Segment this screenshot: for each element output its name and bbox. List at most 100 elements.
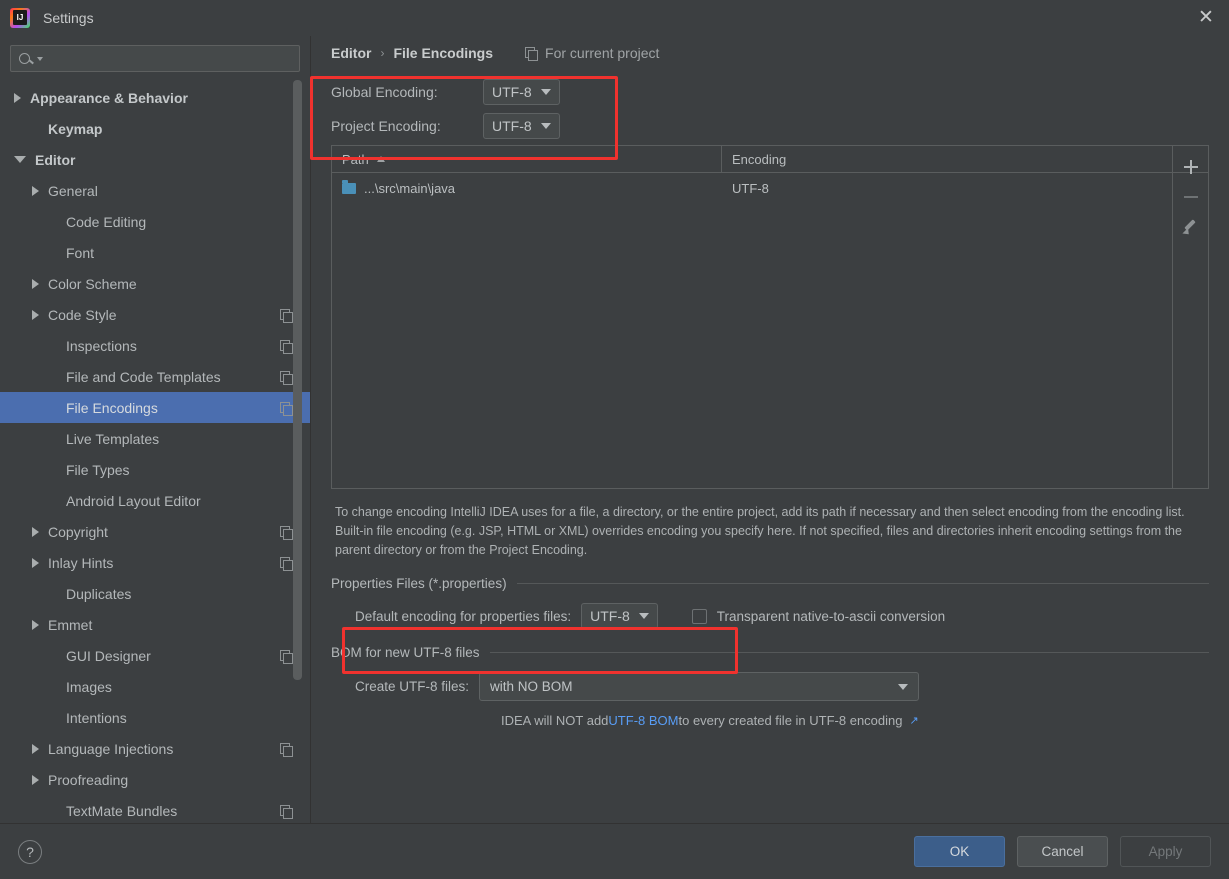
sidebar-item-label: Color Scheme bbox=[48, 275, 137, 292]
chevron-down-icon bbox=[540, 88, 551, 95]
dialog-footer: ? OK Cancel Apply bbox=[0, 823, 1229, 879]
add-path-button[interactable] bbox=[1176, 152, 1206, 182]
transparent-native-to-ascii-label: Transparent native-to-ascii conversion bbox=[716, 608, 946, 624]
chevron-down-icon bbox=[638, 613, 649, 619]
sidebar-item-textmate-bundles[interactable]: TextMate Bundles bbox=[0, 795, 310, 826]
bom-section-title: BOM for new UTF-8 files bbox=[331, 645, 480, 660]
breadcrumb-separator-icon: › bbox=[380, 46, 385, 60]
sidebar-item-android-layout-editor[interactable]: Android Layout Editor bbox=[0, 485, 310, 516]
breadcrumb-current: File Encodings bbox=[393, 45, 494, 61]
sidebar-item-font[interactable]: Font bbox=[0, 237, 310, 268]
sidebar-item-keymap[interactable]: Keymap bbox=[0, 113, 310, 144]
chevron-right-icon[interactable] bbox=[32, 309, 39, 320]
sidebar-item-editor[interactable]: Editor bbox=[0, 144, 310, 175]
sidebar-item-label: Proofreading bbox=[48, 771, 129, 788]
sidebar-item-appearance-behavior[interactable]: Appearance & Behavior bbox=[0, 82, 310, 113]
column-header-path[interactable]: Path bbox=[332, 146, 722, 172]
global-encoding-value: UTF-8 bbox=[492, 83, 532, 100]
sidebar-item-images[interactable]: Images bbox=[0, 671, 310, 702]
sidebar-item-label: TextMate Bundles bbox=[66, 802, 178, 819]
ok-button[interactable]: OK bbox=[914, 836, 1005, 867]
help-button[interactable]: ? bbox=[18, 839, 42, 864]
cell-encoding[interactable]: UTF-8 bbox=[722, 181, 1208, 196]
sidebar-item-live-templates[interactable]: Live Templates bbox=[0, 423, 310, 454]
chevron-right-icon[interactable] bbox=[14, 92, 21, 103]
sidebar-item-label: Emmet bbox=[48, 616, 93, 633]
chevron-right-icon[interactable] bbox=[32, 557, 39, 568]
chevron-right-icon[interactable] bbox=[32, 185, 39, 196]
sidebar-item-file-and-code-templates[interactable]: File and Code Templates bbox=[0, 361, 310, 392]
sidebar-item-general[interactable]: General bbox=[0, 175, 310, 206]
settings-tree: Appearance & Behavior Keymap Editor General… bbox=[0, 82, 310, 826]
close-icon[interactable]: ✕ bbox=[1183, 0, 1229, 34]
sort-ascending-icon bbox=[376, 156, 385, 162]
utf8-bom-link[interactable]: UTF-8 BOM bbox=[608, 713, 678, 728]
remove-path-button[interactable] bbox=[1176, 182, 1206, 212]
chevron-right-icon[interactable] bbox=[32, 526, 39, 537]
sidebar-item-code-style[interactable]: Code Style bbox=[0, 299, 310, 330]
project-encoding-dropdown[interactable]: UTF-8 bbox=[483, 112, 560, 139]
search-input[interactable] bbox=[43, 50, 299, 67]
sidebar-item-duplicates[interactable]: Duplicates bbox=[0, 578, 310, 609]
sidebar-item-emmet[interactable]: Emmet bbox=[0, 609, 310, 640]
properties-section-header: Properties Files (*.properties) bbox=[331, 576, 1209, 591]
search-container bbox=[0, 36, 310, 72]
sidebar-item-file-encodings[interactable]: File Encodings bbox=[0, 392, 310, 423]
sidebar-item-label: Copyright bbox=[48, 523, 108, 540]
sidebar-item-file-types[interactable]: File Types bbox=[0, 454, 310, 485]
sidebar-item-copyright[interactable]: Copyright bbox=[0, 516, 310, 547]
sidebar-item-color-scheme[interactable]: Color Scheme bbox=[0, 268, 310, 299]
sidebar-item-label: Images bbox=[66, 678, 112, 695]
sidebar-item-inlay-hints[interactable]: Inlay Hints bbox=[0, 547, 310, 578]
plus-icon bbox=[1183, 160, 1198, 174]
column-header-encoding-label: Encoding bbox=[732, 151, 787, 167]
sidebar-item-label: Appearance & Behavior bbox=[30, 89, 188, 106]
sidebar-item-proofreading[interactable]: Proofreading bbox=[0, 764, 310, 795]
chevron-down-icon bbox=[898, 683, 909, 690]
create-utf8-files-label: Create UTF-8 files: bbox=[355, 679, 470, 694]
sidebar-item-language-injections[interactable]: Language Injections bbox=[0, 733, 310, 764]
sidebar-item-gui-designer[interactable]: GUI Designer bbox=[0, 640, 310, 671]
default-properties-encoding-value: UTF-8 bbox=[590, 608, 630, 624]
sidebar-item-label: Language Injections bbox=[48, 740, 174, 757]
create-utf8-files-dropdown[interactable]: with NO BOM bbox=[479, 672, 920, 701]
global-encoding-dropdown[interactable]: UTF-8 bbox=[483, 78, 560, 105]
sidebar-item-code-editing[interactable]: Code Editing bbox=[0, 206, 310, 237]
sidebar-item-inspections[interactable]: Inspections bbox=[0, 330, 310, 361]
edit-path-button[interactable] bbox=[1176, 212, 1206, 242]
chevron-down-icon[interactable] bbox=[14, 156, 26, 163]
sidebar-item-label: File Types bbox=[66, 461, 130, 478]
scope-note: For current project bbox=[525, 45, 659, 61]
sidebar-item-intentions[interactable]: Intentions bbox=[0, 702, 310, 733]
external-link-icon[interactable]: ↗ bbox=[909, 714, 918, 727]
search-box[interactable] bbox=[10, 45, 300, 72]
project-encoding-row: Project Encoding: UTF-8 bbox=[331, 110, 1229, 141]
encoding-settings: Global Encoding: UTF-8 Project Encoding:… bbox=[311, 76, 1229, 141]
chevron-down-icon bbox=[540, 122, 551, 129]
sidebar-item-label: Duplicates bbox=[66, 585, 132, 602]
sidebar-item-label: Font bbox=[66, 244, 95, 261]
chevron-right-icon[interactable] bbox=[32, 619, 39, 630]
section-divider bbox=[489, 652, 1209, 653]
transparent-native-to-ascii-checkbox[interactable] bbox=[691, 608, 707, 624]
breadcrumb-parent[interactable]: Editor bbox=[331, 45, 371, 61]
chevron-right-icon[interactable] bbox=[32, 774, 39, 785]
intellij-idea-logo-icon bbox=[10, 8, 30, 28]
column-header-encoding[interactable]: Encoding bbox=[722, 146, 1208, 172]
table-row[interactable]: ...\src\main\java UTF-8 bbox=[332, 173, 1208, 204]
window-title: Settings bbox=[43, 10, 94, 26]
copy-icon bbox=[280, 649, 293, 664]
bom-section-body: Create UTF-8 files: with NO BOM bbox=[331, 672, 1209, 701]
chevron-right-icon[interactable] bbox=[32, 743, 39, 754]
cancel-button[interactable]: Cancel bbox=[1017, 836, 1108, 867]
sidebar-item-label: Keymap bbox=[48, 120, 103, 137]
default-properties-encoding-dropdown[interactable]: UTF-8 bbox=[581, 603, 658, 629]
sidebar-scrollbar[interactable] bbox=[293, 80, 302, 680]
chevron-right-icon[interactable] bbox=[32, 278, 39, 289]
